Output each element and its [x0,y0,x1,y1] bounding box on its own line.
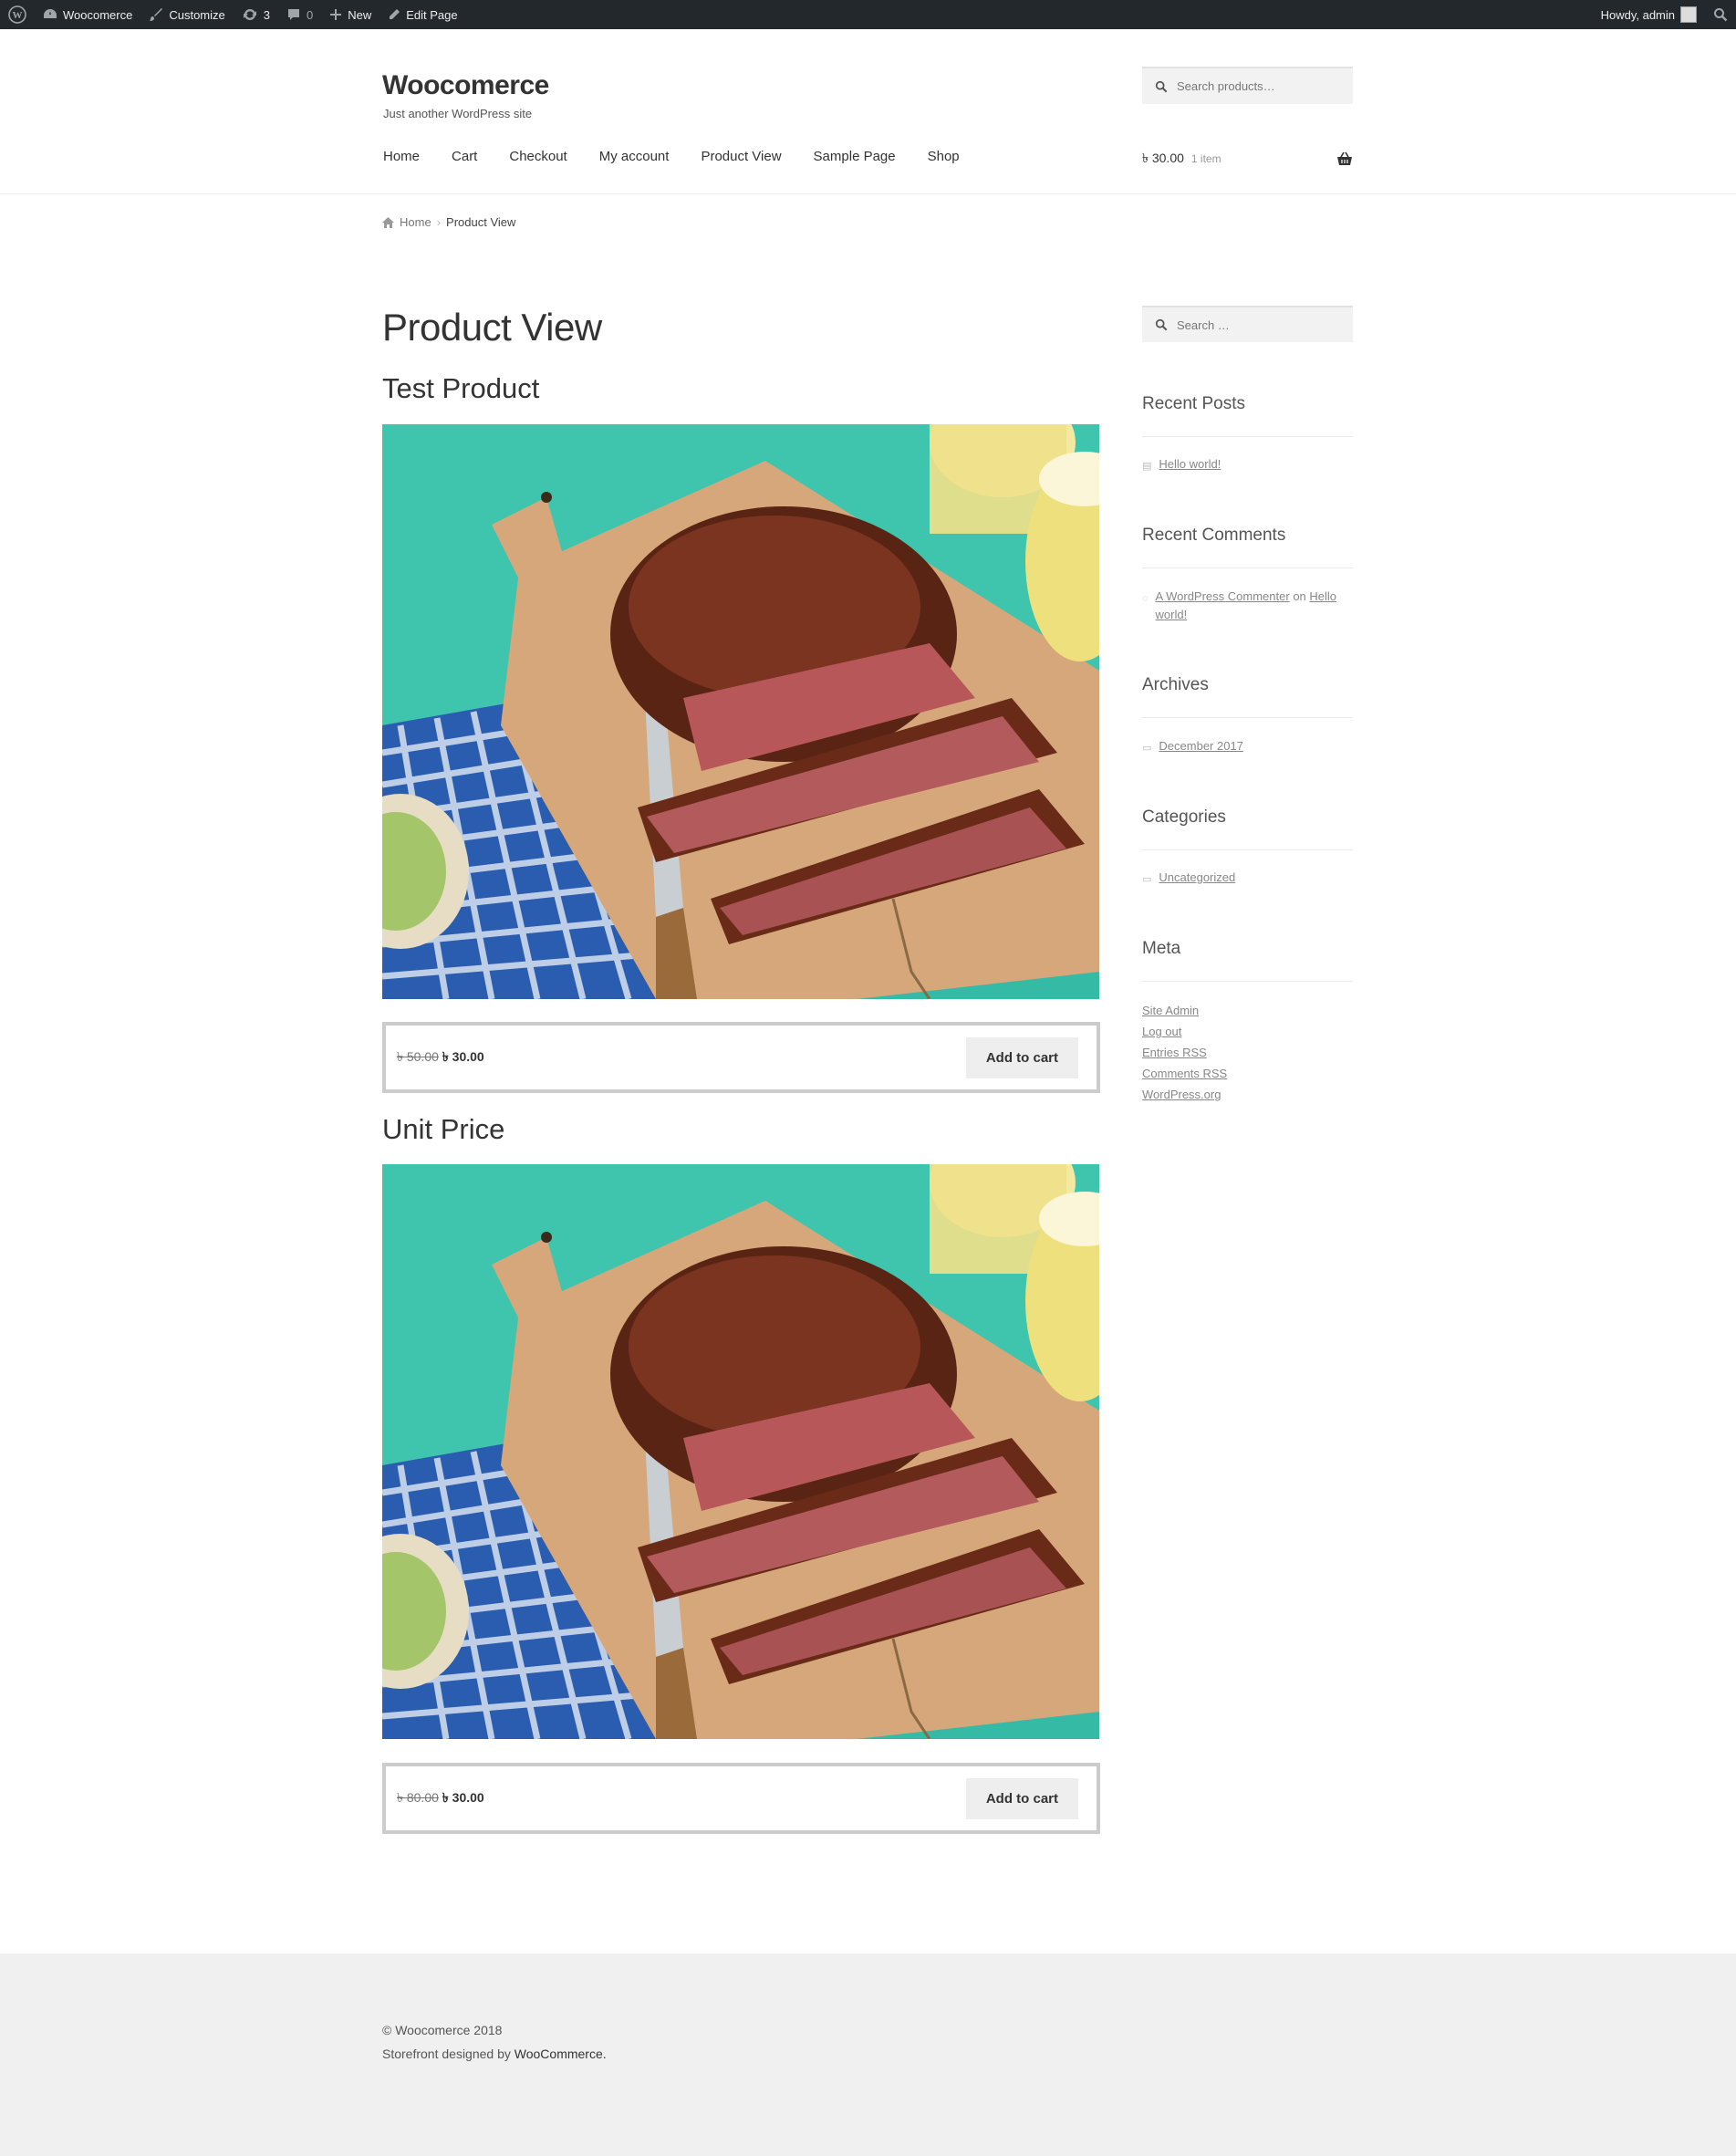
meta-comments-rss-link[interactable]: Comments RSS [1142,1063,1227,1084]
product-price: ৳ 80.00 ৳ 30.00 [397,1787,484,1809]
search-icon [1714,8,1728,22]
breadcrumb-current: Product View [446,215,516,229]
admin-customize-label: Customize [169,7,225,22]
old-price: ৳ 80.00 [397,1790,439,1805]
product-price: ৳ 50.00 ৳ 30.00 [397,1047,484,1068]
nav-cart[interactable]: Cart [452,149,477,164]
recent-comment-text: A WordPress Commenter on Hello world! [1156,588,1353,624]
comment-icon: ◌ [1142,593,1149,604]
footer-credits: © Woocomerce 2018 Storefront designed by… [382,2018,607,2066]
cart-amount: ৳ 30.00 [1142,151,1184,165]
avatar [1680,6,1697,23]
meta-site-admin-link[interactable]: Site Admin [1142,1000,1227,1021]
home-icon [382,216,394,228]
cart-count: 1 item [1190,152,1221,165]
footer-designed-by-label: Storefront designed by [382,2047,511,2061]
footer-copyright: © Woocomerce 2018 [382,2023,503,2037]
search-icon [1155,318,1168,331]
admin-new-link[interactable]: New [321,0,379,29]
nav-shop[interactable]: Shop [928,149,960,164]
widget-title-recent-posts: Recent Posts [1142,394,1353,437]
admin-updates-link[interactable]: 3 [234,0,278,29]
recent-post-link[interactable]: Hello world! [1159,455,1221,474]
primary-nav: Home Cart Checkout My account Product Vi… [383,149,992,164]
nav-sample-page[interactable]: Sample Page [814,149,896,164]
admin-account-menu[interactable]: Howdy, admin [1593,0,1705,29]
product-image [382,1164,1099,1739]
comment-icon [288,9,299,20]
recent-comment-item: ◌ A WordPress Commenter on Hello world! [1142,588,1353,624]
widget-title-recent-comments: Recent Comments [1142,526,1353,568]
nav-my-account[interactable]: My account [599,149,670,164]
widget-title-categories: Categories [1142,807,1353,850]
meta-entries-rss-link[interactable]: Entries RSS [1142,1042,1227,1063]
breadcrumb-home[interactable]: Home [400,215,431,229]
widget-title-archives: Archives [1142,675,1353,718]
admin-site-label: Woocomerce [63,7,133,22]
brush-icon [150,8,163,21]
dashboard-icon [44,9,57,18]
product-search-input[interactable]: Search products… [1142,67,1353,104]
admin-updates-count: 3 [263,7,270,22]
admin-site-link[interactable]: Woocomerce [35,0,140,29]
folder-icon: ▭ [1142,743,1152,754]
product-buy-box: ৳ 50.00 ৳ 30.00 Add to cart [382,1022,1100,1093]
nav-product-view[interactable]: Product View [701,149,781,164]
nav-home[interactable]: Home [383,149,420,164]
admin-edit-page-label: Edit Page [406,7,458,22]
sidebar-search-input[interactable]: Search … [1142,306,1353,342]
old-price: ৳ 50.00 [397,1049,439,1064]
meta-wordpress-org-link[interactable]: WordPress.org [1142,1084,1227,1105]
comment-author-link[interactable]: A WordPress Commenter [1156,589,1290,603]
comment-on-label: on [1293,589,1306,603]
site-footer: © Woocomerce 2018 Storefront designed by… [0,1953,1736,2156]
add-to-cart-button[interactable]: Add to cart [965,1036,1078,1078]
category-item: ▭ Uncategorized [1142,869,1353,889]
wordpress-logo-icon[interactable]: W [0,0,35,29]
nav-checkout[interactable]: Checkout [509,149,567,164]
category-link[interactable]: Uncategorized [1159,869,1235,887]
search-icon [1155,80,1168,92]
admin-bar: W Woocomerce Customize 3 0 New Edit Page [0,0,1736,29]
document-icon: ▤ [1142,461,1152,472]
product-buy-box: ৳ 80.00 ৳ 30.00 Add to cart [382,1763,1100,1834]
updates-icon [243,8,256,21]
howdy-label: Howdy, admin [1600,7,1675,22]
folder-icon: ▭ [1142,874,1152,885]
sidebar-search-placeholder: Search … [1177,318,1230,332]
breadcrumb: Home › Product View [382,215,515,229]
footer-designer-link[interactable]: WooCommerce. [515,2047,607,2061]
footer-designed-by: Storefront designed by WooCommerce. [382,2042,607,2066]
product-title: Test Product [382,372,540,404]
admin-new-label: New [348,7,372,22]
sale-price: ৳ 30.00 [442,1049,484,1064]
header-cart-summary: ৳ 30.00 1 item [1142,148,1221,170]
header-cart[interactable]: ৳ 30.00 1 item [1142,148,1353,170]
add-to-cart-button[interactable]: Add to cart [965,1777,1078,1819]
admin-comments-link[interactable]: 0 [278,0,321,29]
archive-item: ▭ December 2017 [1142,737,1353,757]
pencil-icon [390,9,400,19]
product-title: Unit Price [382,1113,505,1145]
plus-icon [330,9,342,20]
breadcrumb-separator: › [436,215,442,229]
admin-customize-link[interactable]: Customize [140,0,233,29]
site-tagline: Just another WordPress site [383,107,533,120]
widget-title-meta: Meta [1142,939,1353,982]
admin-comments-count: 0 [307,7,314,22]
svg-text:W: W [13,10,23,21]
basket-icon [1337,151,1352,165]
recent-post-item: ▤ Hello world! [1142,455,1353,475]
admin-search-button[interactable] [1705,0,1736,29]
page-title: Product View [382,306,602,349]
site-title[interactable]: Woocomerce [382,70,549,101]
site-header: Woocomerce Just another WordPress site S… [0,29,1736,194]
product-search-placeholder: Search products… [1177,79,1275,93]
archive-link[interactable]: December 2017 [1159,737,1243,755]
meta-logout-link[interactable]: Log out [1142,1021,1227,1042]
product-image [382,424,1099,999]
sale-price: ৳ 30.00 [442,1790,484,1805]
admin-edit-page-link[interactable]: Edit Page [379,0,465,29]
meta-list: Site Admin Log out Entries RSS Comments … [1142,1000,1227,1105]
